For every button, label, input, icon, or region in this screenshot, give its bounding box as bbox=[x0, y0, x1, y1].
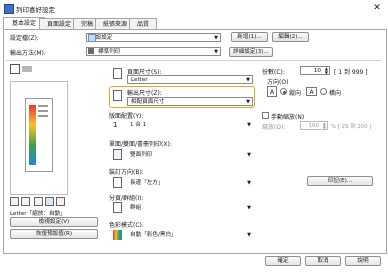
scale-value: 100 bbox=[308, 123, 319, 129]
dropdown-arrow-icon: ▼ bbox=[214, 49, 218, 55]
binding-value: 長邊「左方」 bbox=[130, 180, 164, 186]
manual-scaling-checkbox[interactable] bbox=[262, 112, 269, 119]
duplex-select[interactable]: 雙面列印 ▼ bbox=[127, 151, 253, 160]
scale-label: 縮放(O): bbox=[262, 124, 286, 131]
close-icon[interactable]: ✕ bbox=[370, 2, 384, 14]
landscape-radio[interactable] bbox=[320, 88, 327, 95]
output-size-select[interactable]: 相配頁面尺寸 ▼ bbox=[127, 97, 253, 106]
cancel-button[interactable]: 取消 bbox=[305, 256, 341, 266]
profile-icon bbox=[88, 34, 96, 42]
output-size-value: 相配頁面尺寸 bbox=[131, 99, 165, 105]
page-size-select[interactable]: Letter ▼ bbox=[127, 75, 253, 84]
window-title: 列印喜好設定 bbox=[16, 6, 55, 14]
landscape-icon: A bbox=[306, 87, 317, 96]
scale-range: % [ 25 到 200 ] bbox=[331, 124, 372, 130]
color-mode-select[interactable]: 自動「彩色/黑白」 ▼ bbox=[127, 231, 253, 240]
landscape-label: 橫向 bbox=[329, 90, 342, 97]
staple-icon[interactable] bbox=[34, 197, 43, 206]
dropdown-arrow-icon: ▼ bbox=[214, 35, 218, 41]
layout-icon[interactable] bbox=[10, 197, 19, 206]
portrait-icon: A bbox=[267, 86, 277, 97]
copies-input[interactable]: 10 ▲ ▼ bbox=[300, 66, 330, 75]
binding-label: 裝訂方向(B): bbox=[109, 169, 144, 176]
color-mode-icon bbox=[113, 230, 122, 240]
page-size-icon bbox=[113, 68, 122, 79]
duplex-icon[interactable] bbox=[21, 197, 30, 206]
dropdown-arrow-icon: ▼ bbox=[247, 122, 251, 128]
profile-select[interactable]: 預設設定 ▼ bbox=[86, 33, 221, 42]
nup-icon: 1 bbox=[113, 121, 118, 129]
add-profile-button[interactable]: 新增(1)... bbox=[231, 32, 268, 42]
copies-value: 10 bbox=[313, 68, 321, 74]
color-mode-label: 色彩模式(C): bbox=[109, 222, 144, 229]
restore-defaults-button[interactable]: 恢復預設值(R) bbox=[10, 229, 98, 239]
finishing-label: 分頁/群組(I): bbox=[109, 195, 144, 202]
binding-icon bbox=[113, 177, 122, 188]
copies-label: 份數(C): bbox=[262, 69, 285, 76]
duplex-icon bbox=[113, 149, 122, 160]
preview-image bbox=[29, 105, 36, 165]
dropdown-arrow-icon: ▼ bbox=[246, 77, 250, 83]
output-size-label: 輸出尺寸(Z): bbox=[127, 90, 162, 97]
help-button[interactable]: 說明 bbox=[345, 256, 381, 266]
nup-value: 1 合 1 bbox=[130, 122, 147, 128]
title-bar: 列印喜好設定 ✕ bbox=[0, 0, 388, 17]
divider bbox=[6, 60, 381, 61]
dropdown-arrow-icon: ▼ bbox=[247, 232, 251, 238]
view-toggle-icon[interactable] bbox=[22, 66, 32, 72]
stepper-arrows-icon[interactable]: ▲ ▼ bbox=[325, 67, 328, 75]
stepper-arrows-icon[interactable]: ▲ ▼ bbox=[323, 122, 326, 130]
manual-scaling-label: 手動縮放(N) bbox=[271, 114, 305, 121]
nup-select[interactable]: 1 合 1 ▼ bbox=[127, 121, 253, 130]
copies-range: [ 1 到 999 ] bbox=[334, 69, 368, 76]
finishing-value: 群組 bbox=[130, 205, 142, 211]
preview-icons-row bbox=[10, 197, 66, 207]
dropdown-arrow-icon: ▼ bbox=[247, 205, 251, 211]
profile-label: 設定檔(Z): bbox=[10, 35, 39, 42]
dropdown-arrow-icon: ▼ bbox=[247, 152, 251, 158]
preview-text-line bbox=[38, 110, 48, 112]
dropdown-arrow-icon: ▼ bbox=[247, 180, 251, 186]
duplex-label: 單面/雙面/書冊列印(X): bbox=[109, 141, 172, 148]
dropdown-arrow-icon: ▼ bbox=[246, 99, 250, 105]
finishing-select[interactable]: 群組 ▼ bbox=[127, 204, 253, 213]
duplex-value: 雙面列印 bbox=[130, 152, 153, 158]
view-settings-button[interactable]: 檢視設定(V) bbox=[10, 217, 98, 227]
output-method-label: 輸出方法(M): bbox=[10, 50, 46, 57]
color-icon[interactable] bbox=[45, 197, 54, 206]
output-method-select[interactable]: 標準列印 ▼ bbox=[86, 47, 221, 56]
preview-text-line bbox=[38, 115, 48, 117]
orientation-label: 方向(O) bbox=[267, 79, 289, 86]
portrait-radio[interactable] bbox=[280, 88, 287, 95]
collate-icon bbox=[113, 202, 122, 213]
edit-profile-button[interactable]: 編輯(2)... bbox=[272, 32, 309, 42]
portrait-label: 縱向 bbox=[289, 90, 302, 97]
preview-caption: Letter「縮放：自動」 bbox=[10, 211, 66, 217]
page-view-icon[interactable] bbox=[10, 64, 20, 74]
details-button[interactable]: 詳細設定(3)... bbox=[229, 47, 273, 57]
page-preview bbox=[25, 98, 53, 172]
output-method-value: 標準列印 bbox=[98, 49, 121, 55]
scale-input[interactable]: 100 ▲ ▼ bbox=[300, 121, 328, 130]
output-size-icon bbox=[113, 90, 122, 101]
page-size-value: Letter bbox=[131, 77, 148, 83]
preview-text-line bbox=[38, 105, 48, 107]
printer-icon bbox=[88, 48, 94, 54]
ok-button[interactable]: 確定 bbox=[265, 256, 301, 266]
preview-pane bbox=[10, 81, 68, 195]
layout-label: 版面配置(Y): bbox=[109, 113, 144, 120]
color-mode-value: 自動「彩色/黑白」 bbox=[130, 232, 177, 238]
info-icon[interactable] bbox=[56, 197, 65, 206]
stamp-button[interactable]: 印記(E)... bbox=[307, 176, 373, 186]
binding-select[interactable]: 長邊「左方」 ▼ bbox=[127, 179, 253, 188]
printer-icon bbox=[4, 4, 14, 14]
